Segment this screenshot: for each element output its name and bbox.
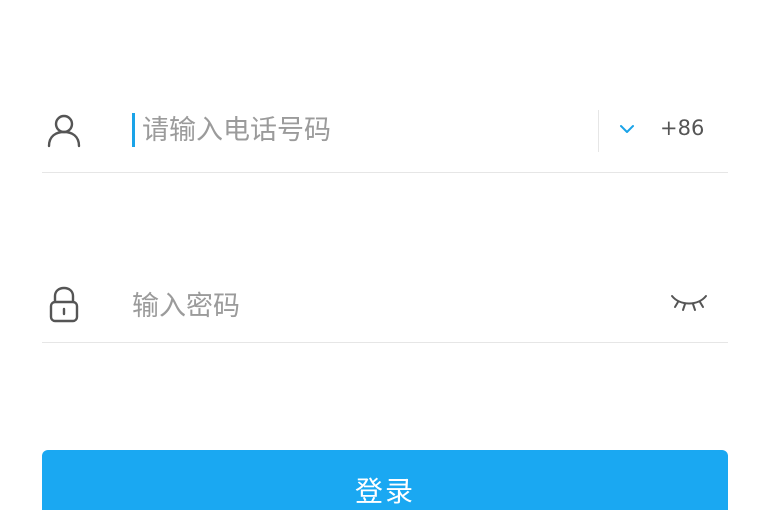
password-field-row (42, 262, 728, 343)
phone-input[interactable] (132, 112, 582, 148)
password-input[interactable] (132, 286, 632, 326)
chevron-down-icon[interactable] (618, 120, 636, 138)
country-divider (598, 110, 599, 152)
login-screen: +86 登录 (0, 0, 768, 510)
lock-icon (49, 286, 79, 323)
country-code[interactable]: +86 (660, 116, 704, 140)
phone-field-row: +86 (42, 88, 728, 173)
user-icon (47, 114, 81, 148)
text-caret (132, 113, 135, 147)
login-button[interactable]: 登录 (42, 450, 728, 510)
eye-closed-icon[interactable] (670, 290, 708, 314)
